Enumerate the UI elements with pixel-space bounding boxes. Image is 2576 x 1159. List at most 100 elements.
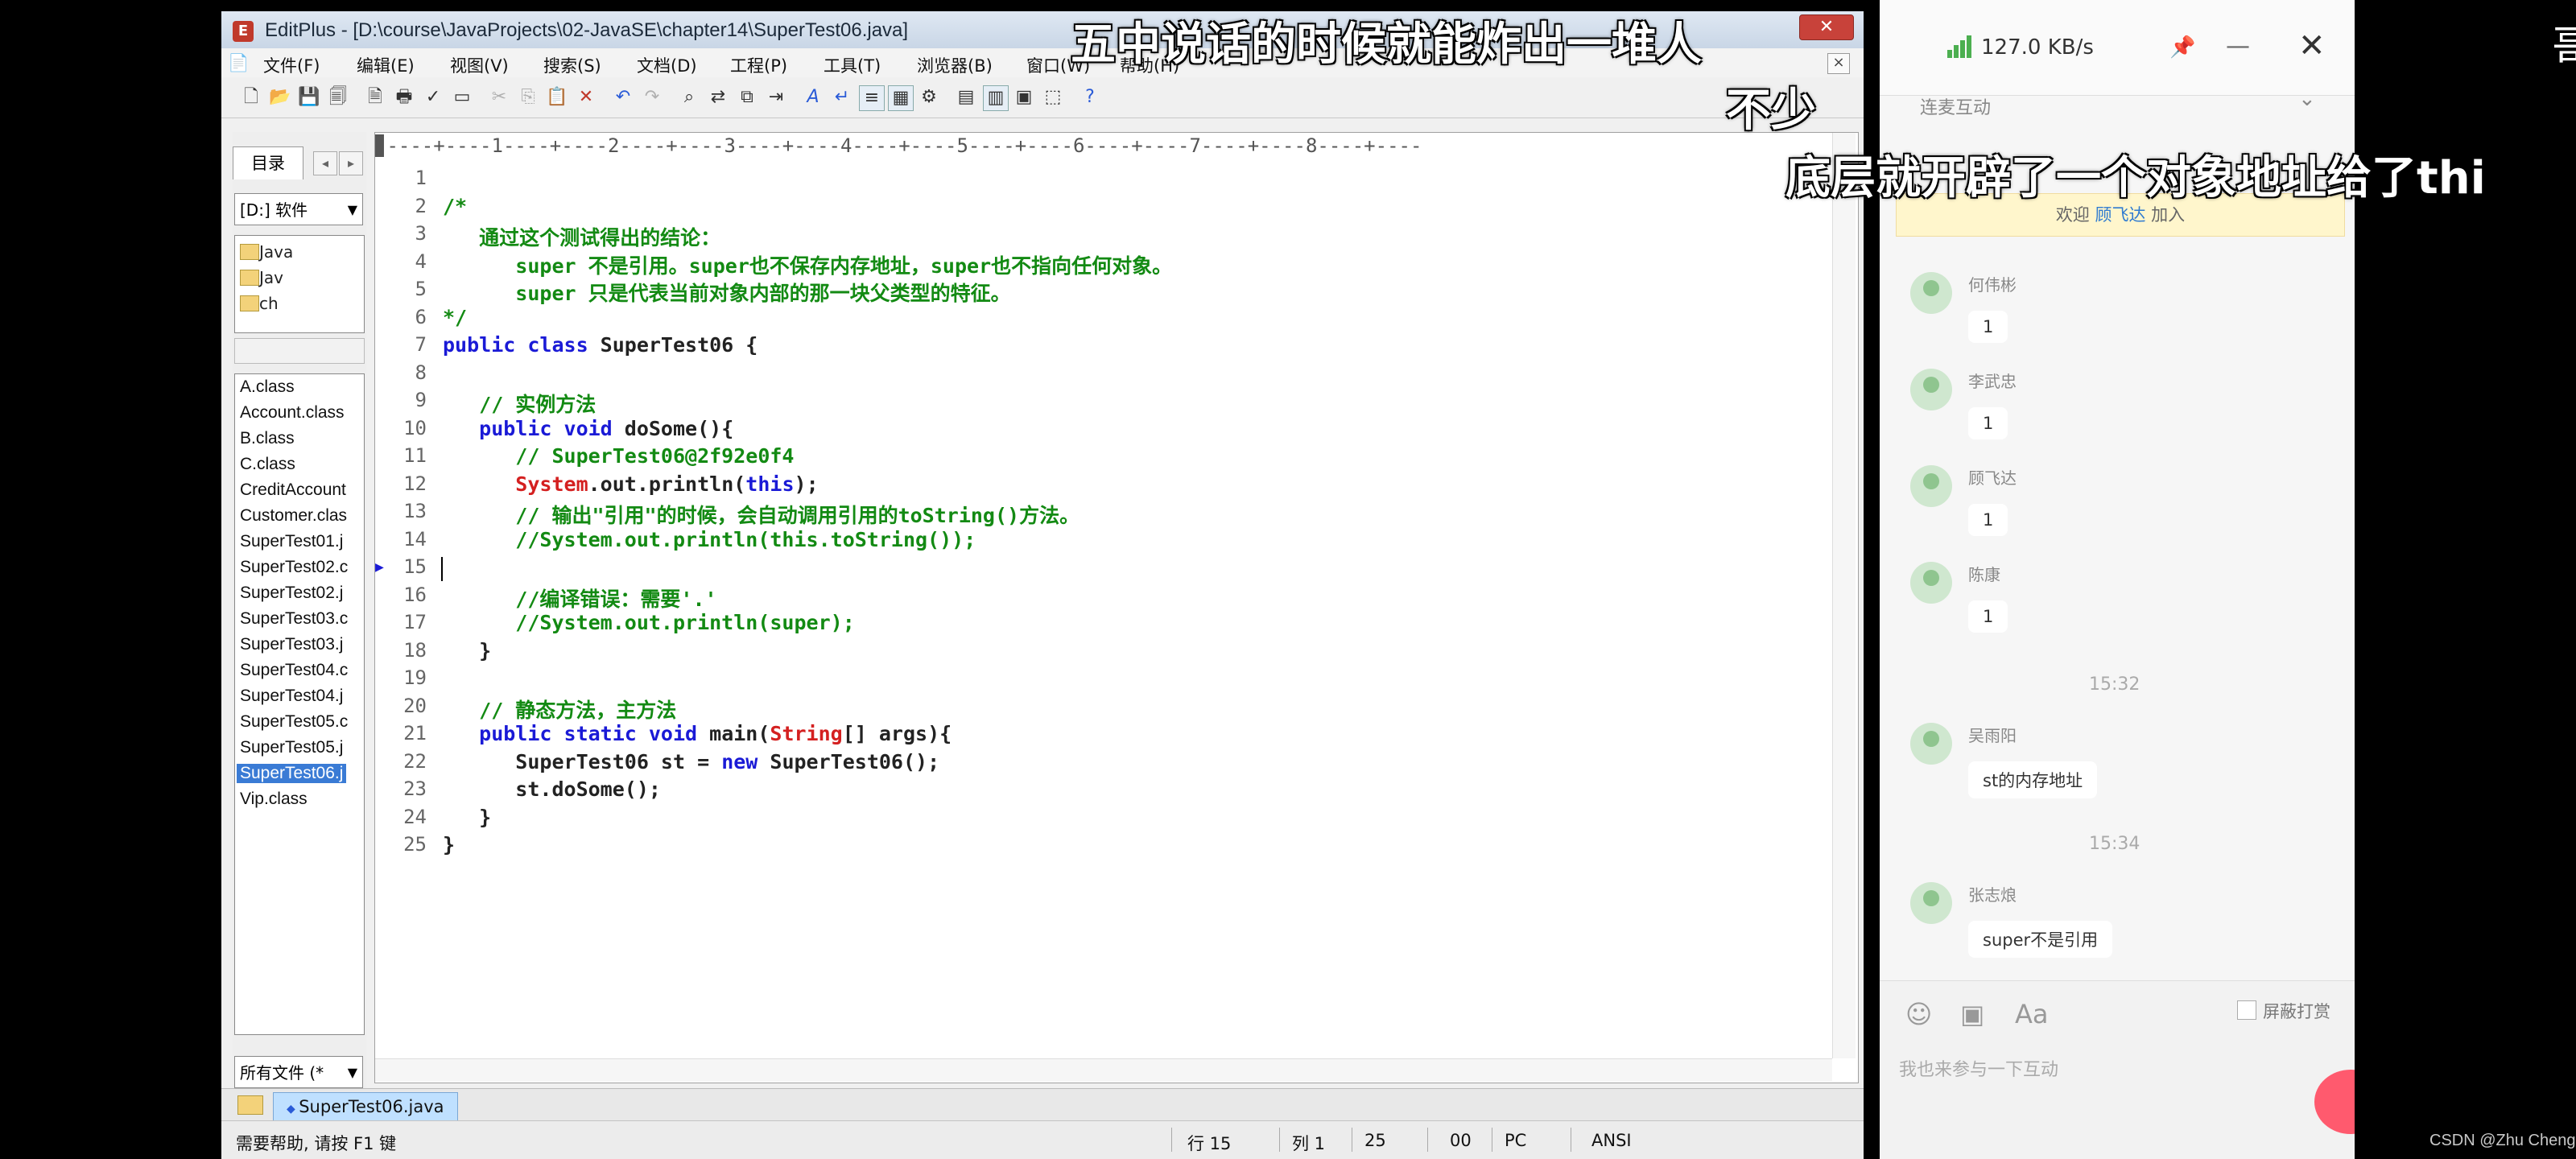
window-close-button[interactable]: ✕ bbox=[1799, 14, 1854, 40]
copy-icon[interactable]: ⎘ bbox=[516, 85, 540, 109]
editor-horizontal-scrollbar[interactable] bbox=[375, 1058, 1832, 1082]
menu-tools[interactable]: 工具(T) bbox=[824, 53, 881, 77]
line-number-toggle-icon[interactable]: ≡ bbox=[859, 85, 885, 111]
editor-vertical-scrollbar[interactable] bbox=[1832, 133, 1856, 1058]
tab-next-arrow-icon[interactable]: ▸ bbox=[339, 151, 363, 175]
file-list-item[interactable]: CreditAccount bbox=[240, 481, 346, 500]
code-line[interactable]: public class SuperTest06 { bbox=[443, 333, 758, 357]
word-wrap-icon[interactable]: ↵ bbox=[830, 85, 854, 109]
menu-edit[interactable]: 编辑(E) bbox=[357, 53, 415, 77]
file-list-item[interactable]: A.class bbox=[240, 377, 295, 397]
avatar[interactable] bbox=[1910, 723, 1952, 765]
code-line[interactable]: // 实例方法 bbox=[443, 389, 596, 418]
code-line[interactable]: } bbox=[443, 833, 455, 856]
font-icon[interactable]: A bbox=[801, 85, 825, 109]
file-list-item[interactable]: Customer.clas bbox=[240, 506, 347, 526]
chat-message-input[interactable]: 我也来参与一下互动 bbox=[1899, 1055, 2334, 1081]
code-line[interactable]: st.doSome(); bbox=[443, 777, 661, 801]
code-line[interactable]: System.out.println(this); bbox=[443, 472, 818, 496]
browser-preview-icon[interactable]: ▭ bbox=[450, 85, 474, 109]
code-line[interactable]: /* bbox=[443, 195, 467, 218]
code-line[interactable]: //System.out.println(this.toString()); bbox=[443, 528, 976, 551]
code-line[interactable]: // 输出"引用"的时候，会自动调用引用的toString()方法。 bbox=[443, 500, 1080, 529]
code-line[interactable]: } bbox=[443, 639, 491, 662]
avatar[interactable] bbox=[1910, 562, 1952, 604]
help-icon[interactable]: ? bbox=[1078, 85, 1102, 109]
menu-file[interactable]: 文件(F) bbox=[263, 53, 320, 77]
code-line[interactable]: */ bbox=[443, 306, 467, 329]
menu-document[interactable]: 文档(D) bbox=[637, 53, 697, 77]
avatar[interactable] bbox=[1910, 272, 1952, 314]
file-list-item[interactable]: C.class bbox=[240, 455, 295, 474]
code-line[interactable]: //System.out.println(super); bbox=[443, 611, 854, 634]
code-line[interactable]: super 不是引用。super也不保存内存地址，super也不指向任何对象。 bbox=[443, 250, 1172, 279]
cut-icon[interactable]: ✂ bbox=[487, 85, 511, 109]
new-file-icon[interactable]: 🗋 bbox=[239, 85, 263, 109]
code-area[interactable]: 1 2/* 3 通过这个测试得出的结论： 4 super 不是引用。super也不保存… bbox=[375, 167, 1824, 971]
avatar[interactable] bbox=[1910, 882, 1952, 924]
menu-view[interactable]: 视图(V) bbox=[450, 53, 509, 77]
image-icon[interactable]: ▣ bbox=[1960, 999, 1984, 1029]
replace-icon[interactable]: ⇄ bbox=[706, 85, 730, 109]
folder-icon[interactable] bbox=[237, 1095, 263, 1115]
goto-line-icon[interactable]: ⇥ bbox=[764, 85, 788, 109]
file-list-item[interactable]: Vip.class bbox=[240, 790, 308, 809]
file-filter-select[interactable]: 所有文件 (* ▼ bbox=[234, 1056, 363, 1088]
code-line[interactable]: 通过这个测试得出的结论： bbox=[443, 222, 720, 251]
block-gift-checkbox[interactable] bbox=[2237, 1000, 2256, 1020]
tab-prev-arrow-icon[interactable]: ◂ bbox=[313, 151, 337, 175]
print-icon[interactable]: 🖶 bbox=[392, 85, 416, 109]
spellcheck-icon[interactable]: ✓ bbox=[421, 85, 445, 109]
directory-window-icon[interactable]: ▤ bbox=[954, 85, 978, 109]
file-list-item[interactable]: SuperTest05.j bbox=[240, 738, 343, 757]
save-icon[interactable]: 💾 bbox=[297, 85, 321, 109]
undo-icon[interactable]: ↶ bbox=[611, 85, 635, 109]
folder-tree-item[interactable]: Jav bbox=[240, 268, 283, 287]
paste-icon[interactable]: 📋 bbox=[545, 85, 569, 109]
file-list-item[interactable]: SuperTest04.j bbox=[240, 687, 343, 706]
code-line[interactable]: // SuperTest06@2f92e0f4 bbox=[443, 444, 794, 468]
welcome-user[interactable]: 顾飞达 bbox=[2095, 205, 2146, 225]
delete-icon[interactable]: ✕ bbox=[574, 85, 598, 109]
code-editor[interactable]: ▊----+----1----+----2----+----3----+----… bbox=[374, 132, 1859, 1083]
file-list-item[interactable]: SuperTest05.c bbox=[240, 712, 348, 732]
chat-close-button[interactable]: ✕ bbox=[2298, 27, 2326, 64]
file-list-item-selected[interactable]: SuperTest06.j bbox=[237, 764, 347, 783]
file-list-item[interactable]: SuperTest02.c bbox=[240, 558, 348, 577]
code-line[interactable]: // 静态方法，主方法 bbox=[443, 695, 676, 724]
minimize-button[interactable]: — bbox=[2226, 32, 2250, 60]
redo-icon[interactable]: ↷ bbox=[640, 85, 664, 109]
ruler-toggle-icon[interactable]: ▦ bbox=[888, 85, 914, 111]
document-close-button[interactable]: × bbox=[1827, 53, 1850, 74]
file-list-item[interactable]: SuperTest01.j bbox=[240, 532, 343, 551]
file-list-item[interactable]: SuperTest03.c bbox=[240, 609, 348, 629]
menu-search[interactable]: 搜索(S) bbox=[543, 53, 601, 77]
drive-select[interactable]: [D:] 软件 ▼ bbox=[234, 193, 363, 225]
tab-lianmai[interactable]: 连麦互动 bbox=[1920, 93, 1991, 119]
cliptext-window-icon[interactable]: ▥ bbox=[983, 85, 1009, 111]
avatar[interactable] bbox=[1910, 465, 1952, 507]
folder-tree-item[interactable]: Java bbox=[240, 242, 293, 262]
menu-project[interactable]: 工程(P) bbox=[730, 53, 787, 77]
file-list-item[interactable]: SuperTest04.c bbox=[240, 661, 348, 680]
print-preview-icon[interactable]: 🗎 bbox=[363, 85, 387, 109]
font-size-icon[interactable]: Aa bbox=[2015, 999, 2049, 1029]
find-in-files-icon[interactable]: ⧉ bbox=[735, 85, 759, 109]
code-line[interactable]: } bbox=[443, 806, 491, 829]
pin-icon[interactable]: 📌 bbox=[2169, 35, 2195, 60]
find-icon[interactable]: ⌕ bbox=[677, 85, 701, 109]
menu-browser[interactable]: 浏览器(B) bbox=[917, 53, 993, 77]
settings-icon[interactable]: ⚙ bbox=[917, 85, 941, 109]
code-line[interactable]: public static void main(String[] args){ bbox=[443, 722, 952, 745]
file-list-item[interactable]: Account.class bbox=[240, 403, 345, 423]
output-window-icon[interactable]: ▣ bbox=[1012, 85, 1036, 109]
save-all-icon[interactable]: 🗐 bbox=[326, 85, 350, 109]
file-list-item[interactable]: SuperTest03.j bbox=[240, 635, 343, 654]
code-line[interactable]: //编译错误：需要'.' bbox=[443, 584, 716, 612]
document-tab[interactable]: ◆ SuperTest06.java bbox=[273, 1092, 458, 1121]
code-line[interactable]: SuperTest06 st = new SuperTest06(); bbox=[443, 750, 939, 773]
file-list-item[interactable]: B.class bbox=[240, 429, 295, 448]
file-list-item[interactable]: SuperTest02.j bbox=[240, 584, 343, 603]
emoji-icon[interactable]: ☺ bbox=[1905, 999, 1932, 1029]
code-line[interactable]: super 只是代表当前对象内部的那一块父类型的特征。 bbox=[443, 278, 1010, 307]
